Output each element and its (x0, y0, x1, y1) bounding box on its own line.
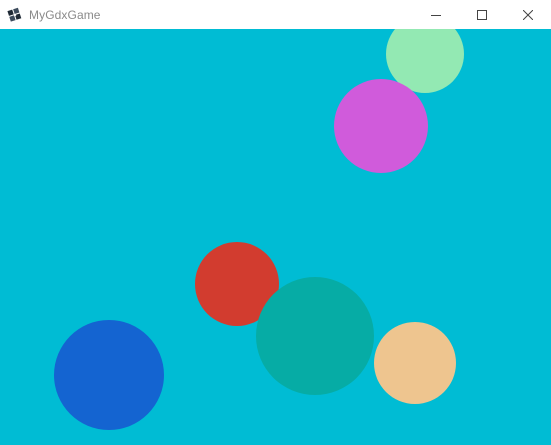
maximize-button[interactable] (459, 0, 505, 29)
close-icon (523, 9, 533, 20)
caption-buttons (413, 0, 551, 29)
game-viewport[interactable] (0, 29, 551, 445)
violet-ball (334, 79, 428, 173)
minimize-button[interactable] (413, 0, 459, 29)
title-bar[interactable]: MyGdxGame (0, 0, 551, 29)
teal-ball (256, 277, 374, 395)
blue-ball (54, 320, 164, 430)
window-title: MyGdxGame (29, 7, 101, 22)
minimize-icon (431, 10, 441, 20)
peach-ball (374, 322, 456, 404)
game-window: MyGdxGame (0, 0, 551, 445)
libgdx-app-icon (7, 7, 23, 23)
maximize-icon (477, 9, 487, 20)
close-button[interactable] (505, 0, 551, 29)
